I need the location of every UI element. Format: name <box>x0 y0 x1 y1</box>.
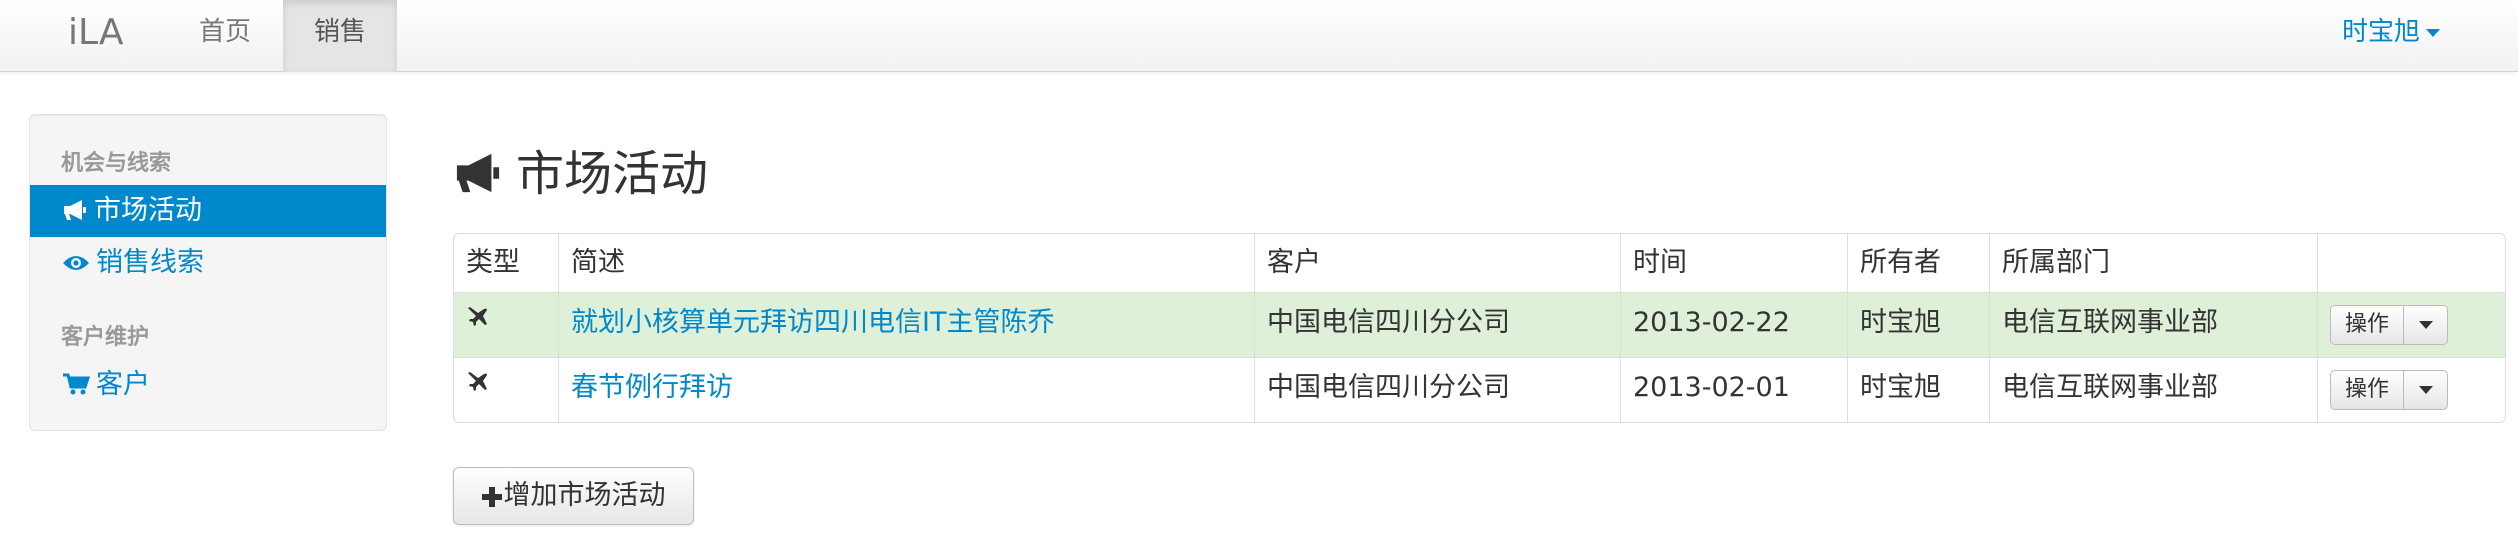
caret-down-icon <box>2418 321 2433 329</box>
column-header-type: 类型 <box>466 247 520 278</box>
sidebar-section-header: 机会与线索 <box>61 151 172 176</box>
plus-icon <box>481 487 502 507</box>
caret-down-icon <box>2426 28 2440 37</box>
bullhorn-icon <box>456 153 500 193</box>
column-header-department: 所属部门 <box>1989 234 2317 292</box>
action-button[interactable]: 操作 <box>2330 370 2404 410</box>
page-title-text: 市场活动 <box>516 146 709 202</box>
type-cell <box>454 358 558 422</box>
activity-summary-link[interactable]: 春节例行拜访 <box>558 358 1254 422</box>
owner-cell: 时宝旭 <box>1847 293 1989 357</box>
table-row: 春节例行拜访 中国电信四川分公司 2013-02-01 时宝旭 电信互联网事业部… <box>454 357 2505 422</box>
bullhorn-icon <box>64 200 86 220</box>
column-header-customer: 客户 <box>1254 234 1620 292</box>
nav-item-home[interactable]: 首页 <box>172 0 278 72</box>
add-button-label: 增加市场活动 <box>503 480 666 511</box>
column-header-date: 时间 <box>1620 234 1847 292</box>
action-button-group: 操作 <box>2330 305 2448 345</box>
action-dropdown-toggle[interactable] <box>2404 370 2448 410</box>
sidebar-item-label: 市场活动 <box>94 195 202 226</box>
page-title: 市场活动 <box>452 138 708 210</box>
table-row: 就划小核算单元拜访四川电信IT主管陈乔 中国电信四川分公司 2013-02-22… <box>454 292 2505 357</box>
date-cell: 2013-02-22 <box>1620 293 1847 357</box>
add-market-activity-button[interactable]: 增加市场活动 <box>453 467 694 525</box>
sidebar-item-market-activities[interactable]: 市场活动 <box>30 185 386 237</box>
sidebar-item-sales-leads[interactable]: 销售线索 <box>30 237 386 289</box>
sidebar-item-label: 销售线索 <box>96 247 204 278</box>
customer-cell: 中国电信四川分公司 <box>1254 358 1620 422</box>
column-header-summary: 简述 <box>558 234 1254 292</box>
activity-summary-link[interactable]: 就划小核算单元拜访四川电信IT主管陈乔 <box>558 293 1254 357</box>
sidebar-item-label: 客户 <box>96 369 150 400</box>
plane-icon <box>468 307 487 326</box>
plane-icon <box>468 372 487 391</box>
sidebar-section-header: 客户维护 <box>61 325 150 350</box>
user-menu-dropdown[interactable]: 时宝旭 <box>2342 0 2440 64</box>
shopping-cart-icon <box>63 373 91 395</box>
caret-down-icon <box>2418 386 2433 394</box>
brand-logo[interactable]: iLA <box>68 8 124 58</box>
type-cell <box>454 293 558 357</box>
action-dropdown-toggle[interactable] <box>2404 305 2448 345</box>
eye-icon <box>63 256 89 270</box>
department-cell: 电信互联网事业部 <box>1989 358 2317 422</box>
sidebar-nav: 机会与线索 市场活动 销售线索 客户维护 客户 <box>29 114 387 431</box>
action-button[interactable]: 操作 <box>2330 305 2404 345</box>
customer-cell: 中国电信四川分公司 <box>1254 293 1620 357</box>
top-navbar: iLA 首页 销售 时宝旭 <box>0 0 2518 72</box>
date-cell: 2013-02-01 <box>1620 358 1847 422</box>
market-activities-table: 类型 简述 客户 时间 所有者 所属部门 就划小核算单元拜访四川电信IT主管陈乔… <box>453 233 2506 423</box>
owner-cell: 时宝旭 <box>1847 358 1989 422</box>
user-name: 时宝旭 <box>2341 17 2420 47</box>
action-button-group: 操作 <box>2330 370 2448 410</box>
actions-cell: 操作 <box>2317 293 2505 357</box>
actions-cell: 操作 <box>2317 358 2505 422</box>
column-header-actions <box>2317 234 2505 292</box>
table-header-row: 类型 简述 客户 时间 所有者 所属部门 <box>454 234 2505 292</box>
sidebar-item-customers[interactable]: 客户 <box>30 359 386 411</box>
column-header-owner: 所有者 <box>1847 234 1989 292</box>
department-cell: 电信互联网事业部 <box>1989 293 2317 357</box>
nav-item-sales[interactable]: 销售 <box>283 0 397 72</box>
